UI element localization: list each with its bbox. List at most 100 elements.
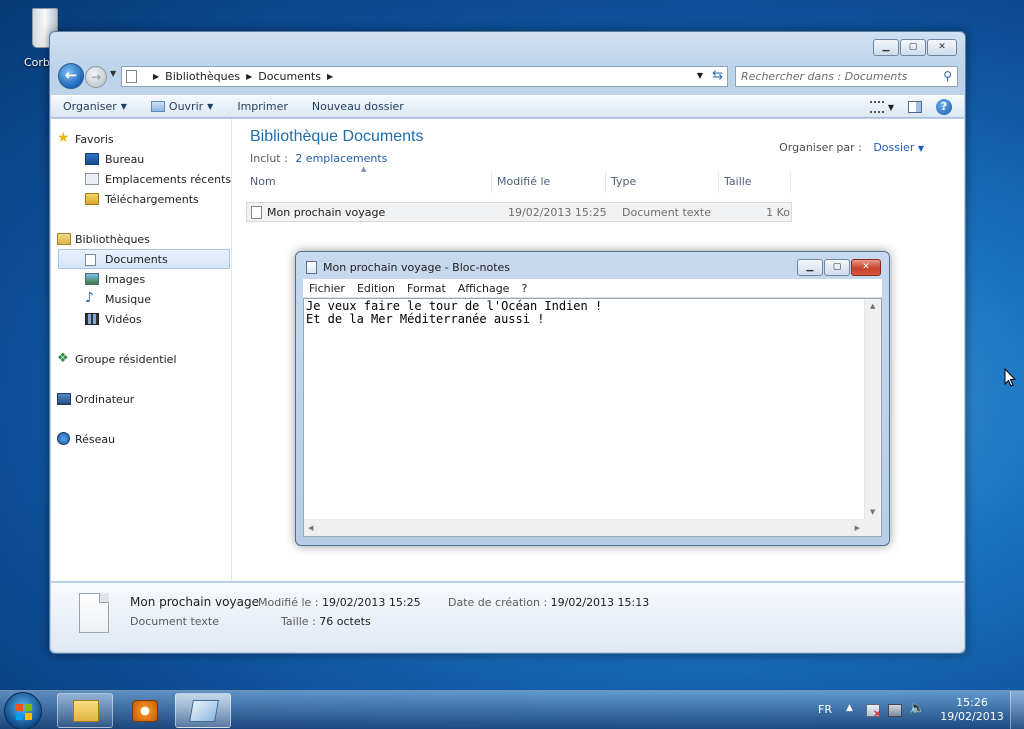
show-hidden-icons-icon[interactable]: ▲ [846, 703, 853, 713]
column-name[interactable]: Nom [245, 171, 492, 193]
notepad-title-bar[interactable]: Mon prochain voyage - Bloc-notes [306, 261, 510, 274]
action-center-icon[interactable] [866, 704, 882, 720]
film-icon [85, 313, 99, 325]
chevron-down-icon[interactable]: ▼ [918, 144, 924, 153]
print-button[interactable]: Imprimer [225, 96, 300, 117]
horizontal-scrollbar[interactable]: ◀ ▶ [304, 519, 864, 536]
nav-network[interactable]: Réseau [51, 429, 231, 449]
new-folder-button[interactable]: Nouveau dossier [300, 96, 416, 117]
show-desktop-button[interactable] [1010, 691, 1024, 729]
menu-help[interactable]: ? [515, 282, 533, 295]
start-button[interactable] [4, 692, 42, 729]
maximize-button[interactable]: ▢ [824, 259, 850, 276]
close-button[interactable]: ✕ [851, 259, 881, 276]
taskbar-media-player-button[interactable] [116, 693, 172, 728]
nav-computer[interactable]: Ordinateur [51, 389, 231, 409]
menu-edit[interactable]: Edition [351, 282, 401, 295]
menu-format[interactable]: Format [401, 282, 452, 295]
forward-arrow-icon[interactable]: → [85, 66, 107, 88]
includes-link[interactable]: 2 emplacements [295, 152, 387, 165]
recycle-bin-label: Corb [24, 56, 50, 69]
scroll-left-icon[interactable]: ◀ [308, 524, 313, 532]
documents-icon [85, 254, 96, 266]
scroll-right-icon[interactable]: ▶ [855, 524, 860, 532]
nav-videos[interactable]: Vidéos [51, 309, 231, 329]
organize-button[interactable]: Organiser ▼ [51, 96, 139, 117]
refresh-icon[interactable]: ⇆ [712, 68, 723, 83]
details-size: Taille : 76 octets [281, 615, 371, 628]
organize-label: Organiser [63, 100, 117, 113]
clock-time: 15:26 [956, 696, 988, 709]
vertical-scrollbar[interactable]: ▲ ▼ [864, 299, 881, 519]
details-created-label: Date de création : [448, 596, 548, 609]
volume-icon[interactable]: 🔈 [909, 701, 925, 716]
menu-file[interactable]: Fichier [303, 282, 351, 295]
taskbar-notepad-button[interactable] [175, 693, 231, 728]
notepad-title: Mon prochain voyage - Bloc-notes [323, 261, 511, 274]
chevron-right-icon[interactable]: ▶ [246, 72, 252, 81]
command-bar: Organiser ▼ Ouvrir ▼ Imprimer Nouveau do… [51, 95, 964, 118]
back-arrow-icon[interactable]: ← [58, 63, 84, 89]
chevron-down-icon[interactable]: ▼ [888, 103, 894, 112]
help-icon[interactable]: ? [936, 99, 952, 115]
language-indicator[interactable]: FR [818, 703, 832, 716]
column-modified[interactable]: Modifié le [492, 171, 606, 193]
chevron-right-icon[interactable]: ▶ [327, 72, 333, 81]
search-input[interactable] [741, 70, 931, 83]
nav-label: Téléchargements [105, 192, 199, 206]
minimize-button[interactable]: ▁ [797, 259, 823, 276]
nav-libraries[interactable]: Bibliothèques [51, 229, 231, 249]
notepad-content[interactable]: Je veux faire le tour de l'Océan Indien … [306, 300, 861, 326]
details-modified-value[interactable]: 19/02/2013 15:25 [322, 596, 421, 609]
open-button[interactable]: Ouvrir ▼ [139, 96, 225, 117]
computer-icon [57, 393, 71, 405]
chevron-down-icon: ▼ [120, 102, 127, 111]
scroll-up-icon[interactable]: ▲ [870, 302, 875, 310]
nav-label: Musique [105, 292, 151, 306]
text-file-icon [251, 205, 262, 219]
preview-pane-icon[interactable] [908, 101, 922, 113]
notepad-menu-bar: Fichier Edition Format Affichage ? [303, 279, 882, 298]
nav-recent-places[interactable]: Emplacements récents [51, 169, 231, 189]
system-clock[interactable]: 15:26 19/02/2013 [940, 696, 1004, 724]
search-box[interactable]: ⚲ [735, 66, 958, 87]
file-name: Mon prochain voyage [267, 205, 386, 219]
view-options-icon[interactable] [869, 101, 884, 113]
nav-label: Vidéos [105, 312, 142, 326]
notepad-window: Mon prochain voyage - Bloc-notes ▁ ▢ ✕ F… [295, 251, 890, 546]
breadcrumb-documents[interactable]: Documents [258, 70, 321, 83]
file-size: 1 Ko [766, 205, 790, 219]
nav-music[interactable]: ♪ Musique [51, 289, 231, 309]
chevron-right-icon[interactable]: ▶ [153, 72, 159, 81]
history-dropdown-icon[interactable]: ▼ [110, 69, 116, 78]
breadcrumb-libraries[interactable]: Bibliothèques [165, 70, 240, 83]
nav-images[interactable]: Images [51, 269, 231, 289]
star-icon: ★ [57, 130, 70, 146]
menu-view[interactable]: Affichage [452, 282, 516, 295]
column-size[interactable]: Taille [719, 171, 791, 193]
nav-favorites[interactable]: ★ Favoris [51, 129, 231, 149]
column-type[interactable]: Type [606, 171, 719, 193]
notepad-text-area[interactable]: Je veux faire le tour de l'Océan Indien … [303, 298, 882, 537]
network-status-icon[interactable] [888, 704, 902, 717]
close-button[interactable]: ✕ [927, 39, 957, 56]
network-icon [57, 432, 70, 445]
address-dropdown-icon[interactable]: ▼ [697, 71, 703, 80]
details-created-value[interactable]: 19/02/2013 15:13 [551, 596, 650, 609]
maximize-button[interactable]: ▢ [900, 39, 926, 56]
search-icon[interactable]: ⚲ [943, 69, 952, 83]
arrange-dropdown[interactable]: Dossier [873, 141, 914, 154]
scroll-down-icon[interactable]: ▼ [870, 508, 875, 516]
navigation-pane: ★ Favoris Bureau Emplacements récents Té… [51, 119, 232, 581]
table-row[interactable]: Mon prochain voyage 19/02/2013 15:25 Doc… [246, 202, 792, 222]
libraries-icon [57, 233, 71, 245]
nav-documents[interactable]: Documents [58, 249, 230, 269]
minimize-button[interactable]: ▁ [873, 39, 899, 56]
nav-desktop[interactable]: Bureau [51, 149, 231, 169]
taskbar-explorer-button[interactable] [57, 693, 113, 728]
address-bar[interactable]: ▶ Bibliothèques ▶ Documents ▶ ▼ ⇆ [121, 66, 728, 87]
notepad-window-controls: ▁ ▢ ✕ [797, 259, 881, 276]
nav-label: Images [105, 272, 146, 286]
nav-downloads[interactable]: Téléchargements [51, 189, 231, 209]
nav-homegroup[interactable]: ❖ Groupe résidentiel [51, 349, 231, 369]
